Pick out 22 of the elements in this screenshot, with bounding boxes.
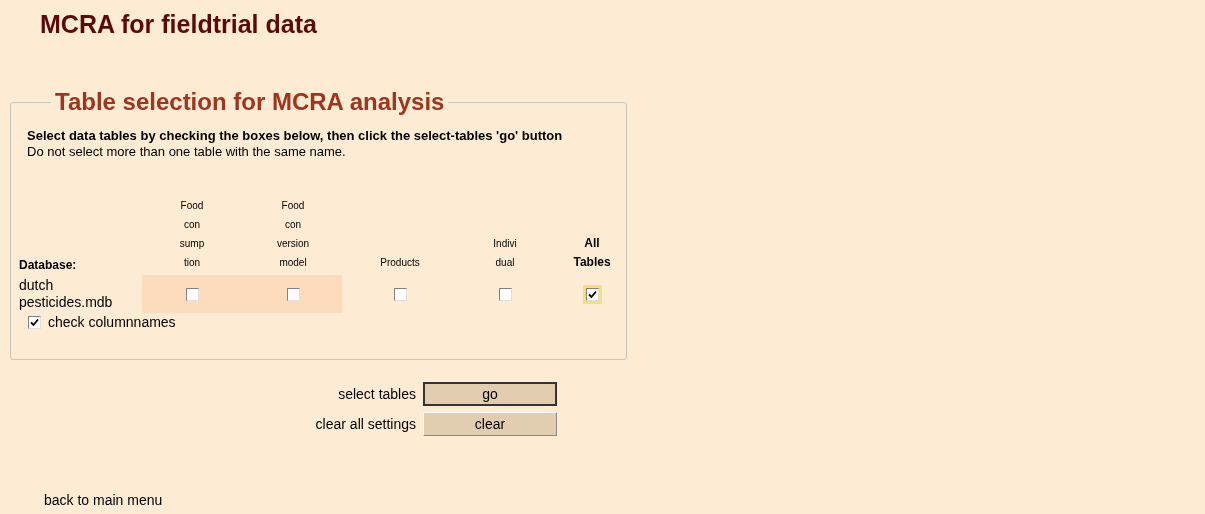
column-header: Food con version model — [275, 199, 311, 270]
column-header: Products — [379, 256, 421, 270]
column-header: Food con sump tion — [178, 199, 206, 270]
page-title: MCRA for fieldtrial data — [40, 12, 318, 37]
checkbox[interactable] — [393, 287, 407, 301]
go-button[interactable]: go — [423, 382, 557, 406]
check-icon — [587, 289, 597, 299]
checkbox[interactable] — [28, 316, 41, 329]
instruction-text: Select data tables by checking the boxes below, then click the select-tables 'go' button — [27, 128, 564, 144]
action-label: select tables — [337, 384, 416, 404]
clear-button[interactable]: clear — [423, 412, 557, 436]
back-link[interactable]: back to main menu — [44, 490, 163, 511]
column-header: All Tables — [572, 235, 612, 271]
column-header: Database: — [19, 257, 77, 274]
checkbox-label: check columnnames — [48, 313, 176, 332]
checkbox[interactable] — [585, 287, 599, 301]
check-icon — [30, 318, 39, 327]
column-header: Indivi dual — [492, 237, 518, 270]
section-title: Table selection for MCRA analysis — [54, 90, 446, 114]
action-label: clear all settings — [314, 414, 416, 434]
note-text: Do not select more than one table with the same name. — [27, 144, 347, 160]
checkbox[interactable] — [498, 287, 512, 301]
